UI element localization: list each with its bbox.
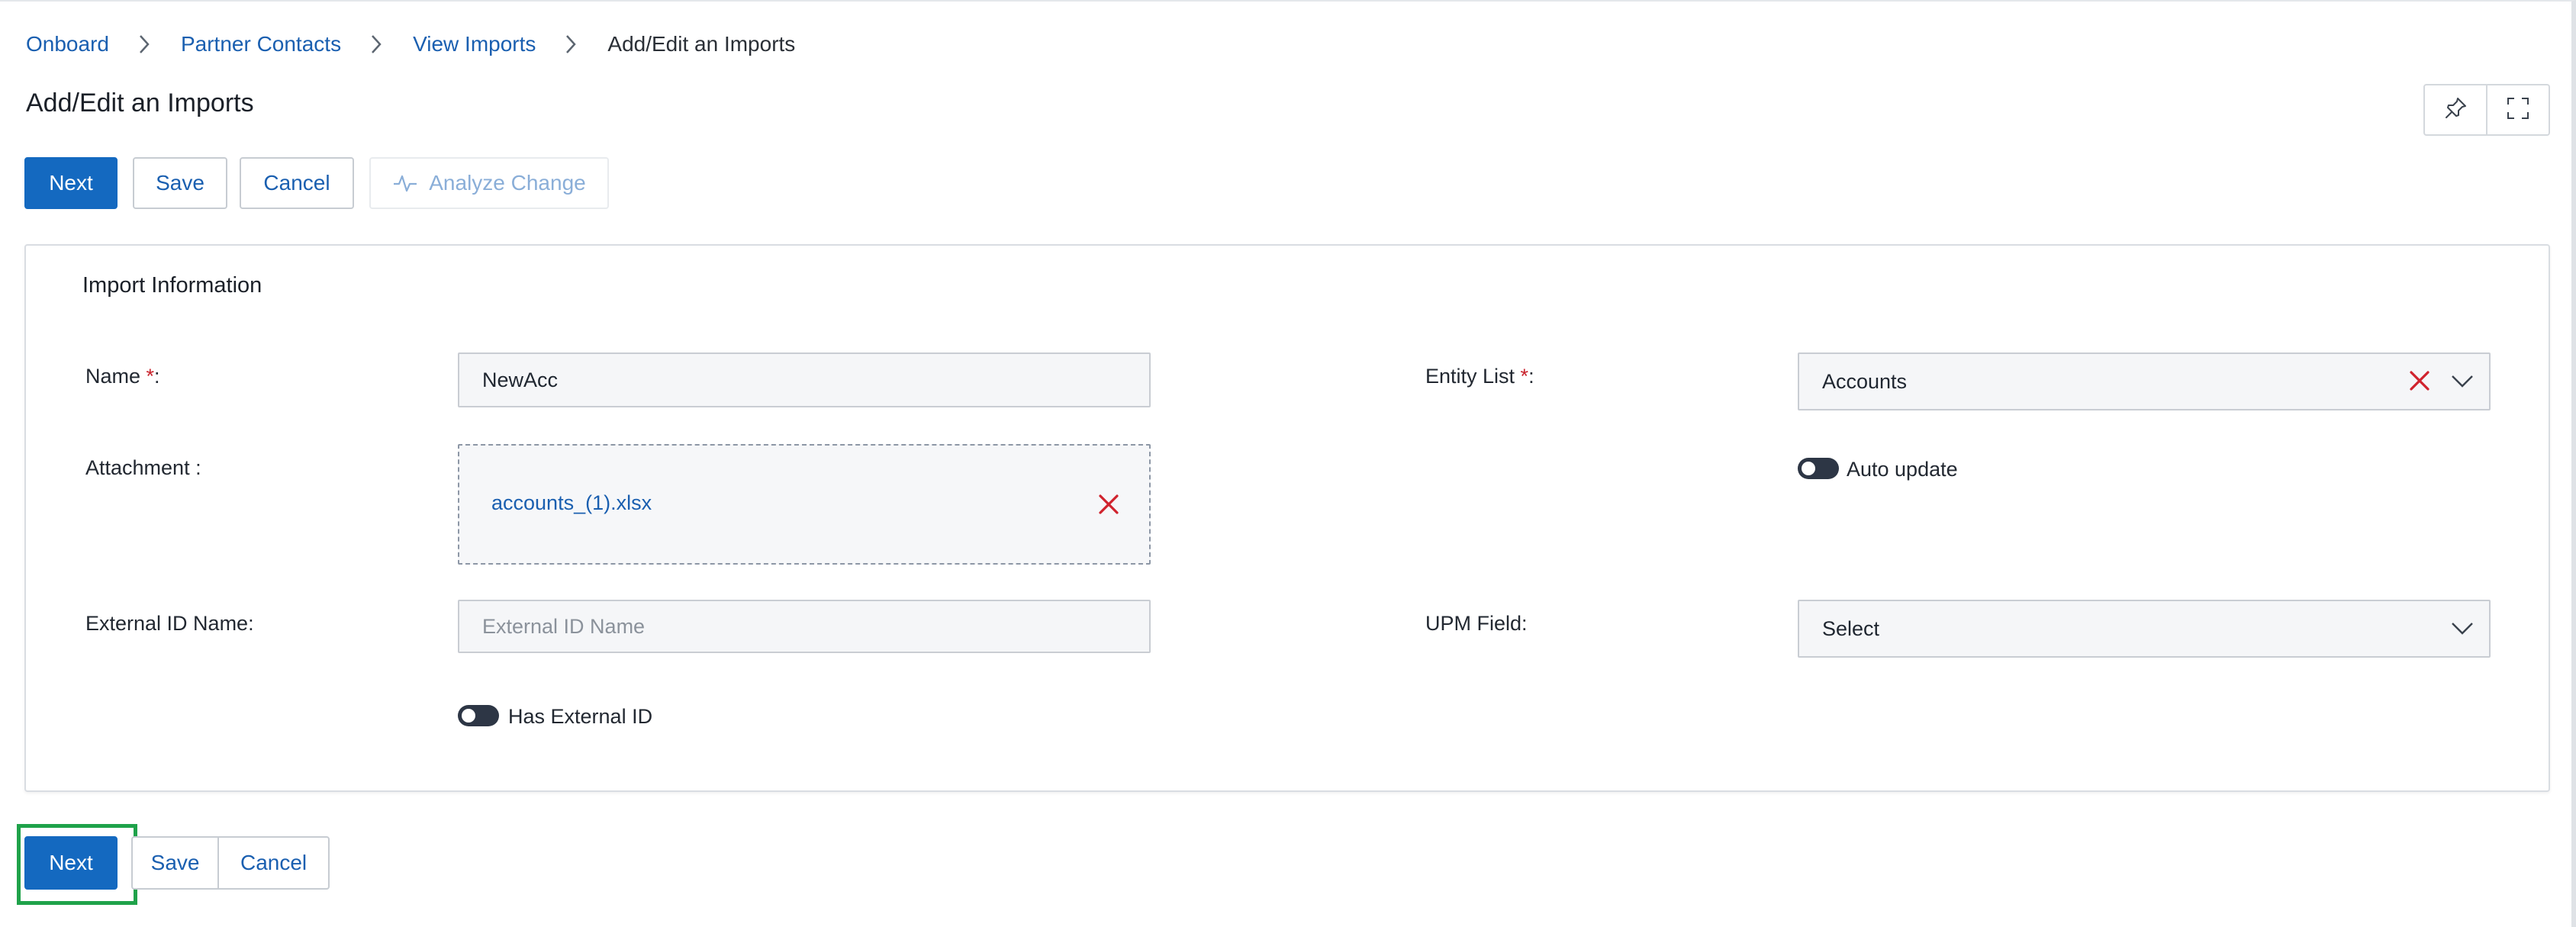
- attachment-file-link[interactable]: accounts_(1).xlsx: [491, 491, 652, 515]
- required-mark: *: [146, 365, 155, 388]
- auto-update-label: Auto update: [1847, 458, 1958, 481]
- upm-field-value: Select: [1822, 616, 1880, 640]
- external-id-name-label: External ID Name:: [85, 612, 254, 635]
- breadcrumb-view-imports[interactable]: View Imports: [413, 32, 536, 56]
- required-mark: *: [1520, 365, 1529, 388]
- next-button[interactable]: Next: [24, 157, 118, 209]
- pin-icon: [2442, 95, 2468, 125]
- section-title: Import Information: [82, 273, 262, 298]
- entity-list-label: Entity List *:: [1425, 365, 1534, 388]
- page-title: Add/Edit an Imports: [26, 89, 254, 117]
- fullscreen-button[interactable]: [2486, 85, 2549, 134]
- name-label: Name *:: [85, 365, 160, 388]
- clear-selection-icon[interactable]: [2409, 370, 2430, 391]
- external-id-name-input[interactable]: [458, 600, 1151, 653]
- import-information-card: [24, 244, 2550, 792]
- pin-button[interactable]: [2425, 85, 2486, 134]
- footer-next-button[interactable]: Next: [24, 836, 118, 890]
- chevron-right-icon: [369, 33, 384, 56]
- attachment-label: Attachment :: [85, 456, 201, 479]
- upm-field-label: UPM Field:: [1425, 612, 1528, 635]
- chevron-right-icon: [563, 33, 578, 56]
- breadcrumb-partner-contacts[interactable]: Partner Contacts: [181, 32, 341, 56]
- chevron-down-icon[interactable]: [2449, 615, 2475, 641]
- chevron-down-icon[interactable]: [2449, 368, 2475, 394]
- name-input[interactable]: [458, 352, 1151, 407]
- entity-list-value: Accounts: [1822, 369, 1908, 393]
- auto-update-toggle[interactable]: [1798, 458, 1839, 479]
- breadcrumb-onboard[interactable]: Onboard: [26, 32, 109, 56]
- upm-field-select[interactable]: Select: [1798, 600, 2491, 658]
- save-button[interactable]: Save: [133, 157, 227, 209]
- has-external-id-toggle[interactable]: [458, 705, 499, 726]
- fullscreen-icon: [2505, 95, 2531, 125]
- breadcrumb-current: Add/Edit an Imports: [607, 32, 796, 56]
- remove-attachment-icon[interactable]: [1097, 493, 1120, 516]
- page: Onboard Partner Contacts View Imports Ad…: [0, 0, 2576, 927]
- footer-save-button[interactable]: Save: [133, 838, 217, 888]
- chevron-right-icon: [137, 33, 152, 56]
- has-external-id-label: Has External ID: [508, 705, 653, 728]
- footer-cancel-button[interactable]: Cancel: [217, 838, 328, 888]
- analyze-change-button[interactable]: Analyze Change: [369, 157, 609, 209]
- pulse-icon: [394, 175, 417, 192]
- entity-list-select[interactable]: Accounts: [1798, 352, 2491, 410]
- view-controls: [2423, 84, 2550, 136]
- footer-button-group: Save Cancel: [131, 836, 330, 890]
- cancel-button[interactable]: Cancel: [240, 157, 354, 209]
- breadcrumb: Onboard Partner Contacts View Imports Ad…: [26, 29, 795, 60]
- analyze-change-label: Analyze Change: [429, 171, 586, 195]
